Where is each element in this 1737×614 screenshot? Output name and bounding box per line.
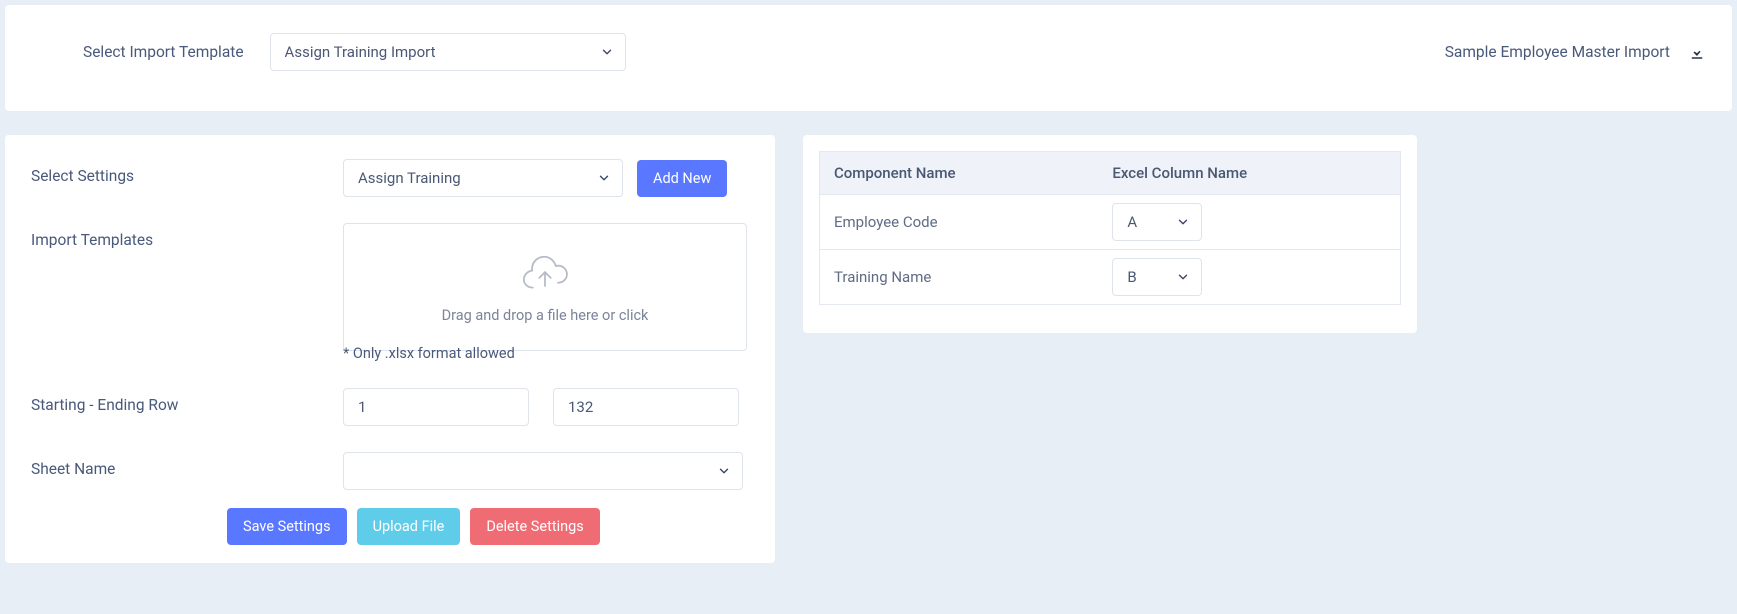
sheet-name-select-wrap [343, 452, 743, 490]
download-icon[interactable] [1688, 43, 1706, 61]
header-component-name: Component Name [820, 152, 1099, 195]
sample-download-label: Sample Employee Master Import [1445, 43, 1670, 61]
component-name-cell: Employee Code [820, 195, 1099, 250]
settings-select-wrap: Assign Training [343, 159, 623, 197]
upload-file-button[interactable]: Upload File [357, 508, 461, 545]
sheet-name-select[interactable] [343, 452, 743, 490]
settings-panel: Select Settings Assign Training Add New … [5, 135, 775, 563]
end-row-input[interactable] [553, 388, 739, 426]
table-row: Employee Code A [820, 195, 1401, 250]
import-template-select-wrap: Assign Training Import [270, 33, 626, 71]
start-row-input[interactable] [343, 388, 529, 426]
import-templates-row: Import Templates Drag and drop a file he… [31, 223, 749, 362]
header-excel-column: Excel Column Name [1098, 152, 1400, 195]
import-template-select[interactable]: Assign Training Import [270, 33, 626, 71]
table-header-row: Component Name Excel Column Name [820, 152, 1401, 195]
table-row: Training Name B [820, 250, 1401, 305]
format-hint: * Only .xlsx format allowed [343, 345, 515, 362]
dropzone-text: Drag and drop a file here or click [442, 307, 649, 324]
component-name-cell: Training Name [820, 250, 1099, 305]
select-settings-label: Select Settings [31, 159, 343, 185]
excel-col-select-wrap: A [1112, 203, 1202, 241]
sheet-name-row: Sheet Name [31, 452, 749, 490]
cloud-upload-icon [519, 251, 571, 295]
action-buttons: Save Settings Upload File Delete Setting… [227, 508, 749, 545]
delete-settings-button[interactable]: Delete Settings [470, 508, 599, 545]
add-new-button[interactable]: Add New [637, 160, 727, 197]
settings-select[interactable]: Assign Training [343, 159, 623, 197]
excel-col-select-wrap: B [1112, 258, 1202, 296]
save-settings-button[interactable]: Save Settings [227, 508, 347, 545]
file-dropzone[interactable]: Drag and drop a file here or click [343, 223, 747, 351]
import-templates-label: Import Templates [31, 223, 343, 249]
row-range-row: Starting - Ending Row [31, 388, 749, 426]
main-content: Select Settings Assign Training Add New … [5, 135, 1732, 563]
excel-column-select[interactable]: A [1112, 203, 1202, 241]
column-mapping-table: Component Name Excel Column Name Employe… [819, 151, 1401, 305]
row-range-label: Starting - Ending Row [31, 388, 343, 414]
select-settings-row: Select Settings Assign Training Add New [31, 159, 749, 197]
sample-download-group: Sample Employee Master Import [1445, 43, 1706, 61]
column-mapping-panel: Component Name Excel Column Name Employe… [803, 135, 1417, 333]
excel-column-select[interactable]: B [1112, 258, 1202, 296]
sheet-name-label: Sheet Name [31, 452, 343, 478]
import-template-header: Select Import Template Assign Training I… [5, 5, 1732, 111]
select-import-template-label: Select Import Template [83, 43, 244, 61]
template-select-group: Select Import Template Assign Training I… [83, 33, 626, 71]
